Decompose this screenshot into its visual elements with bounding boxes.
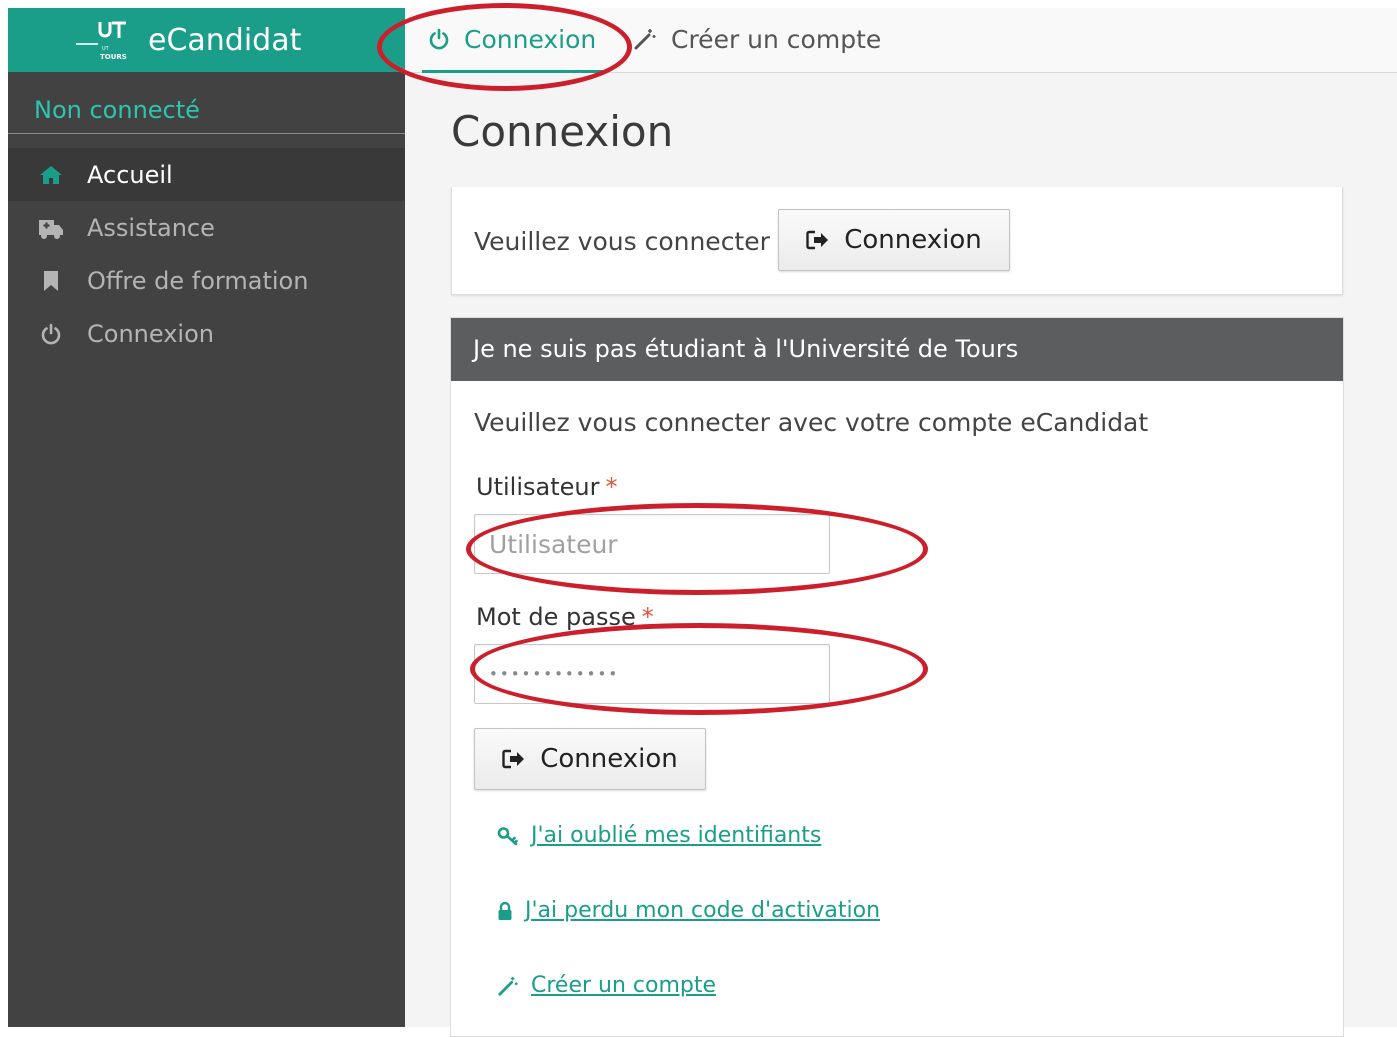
sign-in-icon [806, 230, 829, 250]
key-icon [497, 826, 518, 845]
tab-label: Connexion [464, 24, 597, 54]
power-icon [429, 28, 449, 50]
ecandidat-login-panel: Je ne suis pas étudiant à l'Université d… [450, 317, 1344, 1037]
button-label: Connexion [844, 225, 982, 255]
create-account-link[interactable]: Créer un compte [497, 973, 716, 998]
bookmark-icon [38, 268, 64, 294]
sso-connexion-button[interactable]: Connexion [778, 209, 1010, 271]
sign-in-icon [502, 749, 525, 769]
user-status: Non connecté [8, 72, 405, 134]
login-intro-text: Veuillez vous connecter avec votre compt… [474, 408, 1149, 437]
sidebar-item-label: Connexion [87, 319, 214, 348]
sidebar-item-offre-de-formation[interactable]: Offre de formation [8, 254, 405, 307]
password-label-text: Mot de passe [476, 603, 636, 631]
home-icon [38, 162, 64, 188]
page-title: Connexion [451, 107, 674, 156]
power-icon [38, 321, 64, 347]
university-logo: UT TOURS [76, 21, 127, 61]
ambulance-icon [38, 215, 64, 241]
forgot-credentials-link[interactable]: J'ai oublié mes identifiants [497, 823, 821, 848]
sidebar-item-label: Offre de formation [87, 266, 309, 295]
username-input[interactable] [474, 514, 830, 574]
magic-wand-icon [498, 976, 518, 996]
login-submit-button[interactable]: Connexion [474, 728, 706, 790]
main-content: Connexion Veuillez vous connecter Connex… [405, 73, 1397, 1037]
link-label: Créer un compte [531, 973, 717, 998]
sidebar-nav: Accueil Assistance Offre de formation Co… [8, 148, 405, 360]
lock-icon [498, 901, 512, 920]
link-label: J'ai oublié mes identifiants [531, 823, 822, 848]
password-label: Mot de passe * [476, 603, 654, 631]
sidebar-item-label: Assistance [87, 213, 215, 242]
link-label: J'ai perdu mon code d'activation [525, 898, 881, 923]
panel-header: Je ne suis pas étudiant à l'Université d… [451, 318, 1343, 381]
password-input[interactable]: •••••••••••• [474, 644, 830, 704]
app-title: eCandidat [148, 22, 302, 58]
required-marker: * [641, 603, 654, 631]
username-label-text: Utilisateur [476, 473, 600, 501]
brand-header: UT TOURS eCandidat [8, 8, 405, 72]
username-label: Utilisateur * [476, 473, 617, 501]
lost-activation-code-link[interactable]: J'ai perdu mon code d'activation [497, 898, 880, 923]
tab-creer-un-compte[interactable]: Créer un compte [633, 8, 881, 70]
sso-login-panel: Veuillez vous connecter Connexion [451, 187, 1343, 295]
logo-text-top: UT [102, 46, 110, 52]
sso-login-text: Veuillez vous connecter [474, 227, 770, 256]
magic-wand-icon [634, 29, 656, 50]
sidebar: UT TOURS eCandidat Non connecté Accueil … [8, 8, 405, 1027]
sidebar-item-label: Accueil [87, 160, 173, 189]
password-value: •••••••••••• [489, 665, 620, 683]
logo-text-bottom: TOURS [100, 53, 127, 61]
tab-connexion[interactable]: Connexion [422, 8, 605, 73]
required-marker: * [605, 473, 618, 501]
sidebar-item-assistance[interactable]: Assistance [8, 201, 405, 254]
sidebar-item-accueil[interactable]: Accueil [8, 148, 405, 201]
button-label: Connexion [540, 744, 678, 774]
sidebar-item-connexion[interactable]: Connexion [8, 307, 405, 360]
top-tabbar: Connexion Créer un compte [405, 8, 1397, 73]
tab-label: Créer un compte [671, 24, 882, 54]
